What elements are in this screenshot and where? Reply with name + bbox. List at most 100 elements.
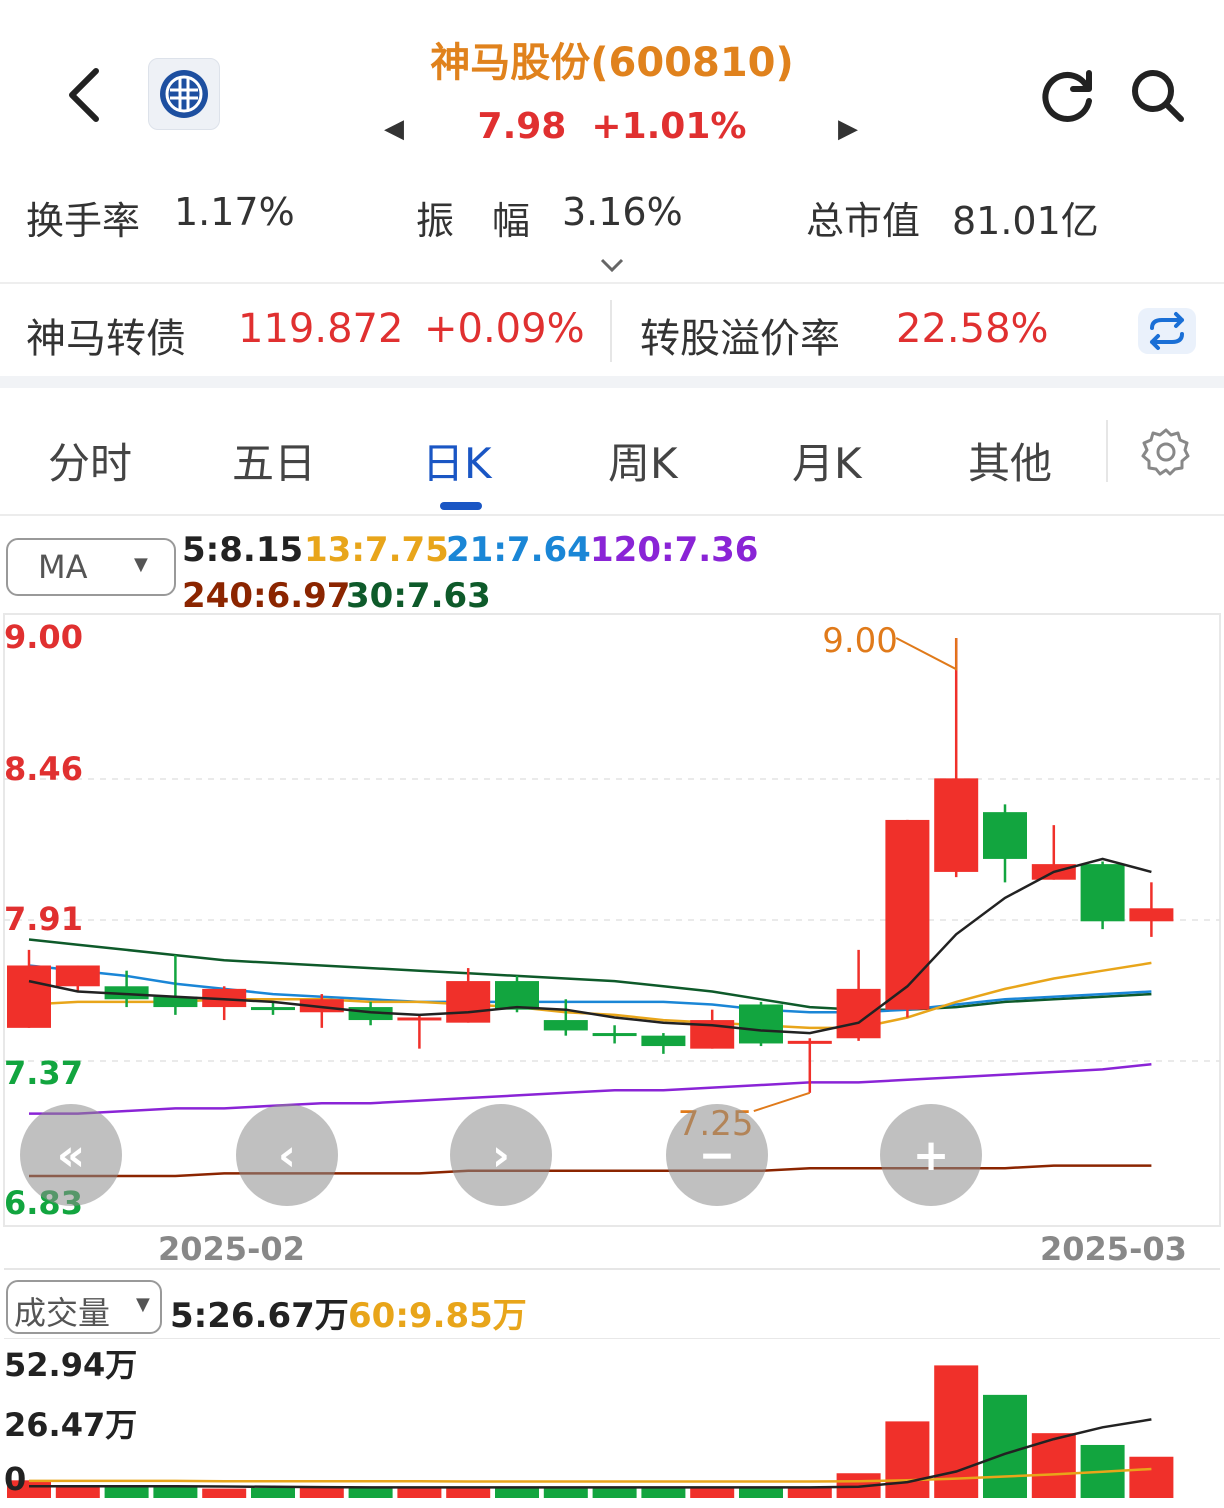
- bond-divider: [610, 300, 612, 362]
- high-pointer: [895, 637, 958, 671]
- volume-bar: [299, 1486, 344, 1498]
- volume-bar: [104, 1486, 149, 1498]
- volume-bar: [251, 1487, 295, 1498]
- ma21-legend: 21:7.64: [446, 530, 591, 570]
- convertible-bond-row[interactable]: 神马转债 119.872 +0.09% 转股溢价率 22.58%: [0, 300, 1224, 366]
- price-change: +1.01%: [591, 106, 747, 147]
- candle-body: [592, 1033, 637, 1037]
- volume-bar: [202, 1488, 247, 1498]
- volume-bar: [348, 1487, 393, 1498]
- search-icon[interactable]: [1124, 62, 1190, 128]
- settings-gear-icon[interactable]: [1140, 426, 1192, 482]
- scroll-right-button[interactable]: ›: [450, 1104, 552, 1206]
- candle-body: [543, 1020, 588, 1031]
- volume-bar: [397, 1487, 442, 1498]
- volume-bar: [983, 1394, 1027, 1498]
- indicator-select[interactable]: MA ▼: [6, 538, 176, 596]
- candle-body: [983, 812, 1027, 859]
- volume-bar: [787, 1487, 832, 1498]
- volume-chart[interactable]: [0, 1338, 1224, 1508]
- swap-icon[interactable]: [1138, 308, 1196, 354]
- candle-body: [787, 1040, 832, 1044]
- low-pointer: [753, 1091, 811, 1112]
- period-tabs: 分时 五日 日K 周K 月K 其他: [0, 390, 1224, 516]
- volume-indicator-select[interactable]: 成交量 ▼: [6, 1280, 162, 1334]
- volume-y-label: 0: [4, 1460, 27, 1498]
- premium-value: 22.58%: [896, 306, 1049, 352]
- volume-bar: [592, 1487, 637, 1498]
- bond-name: 神马转债: [26, 316, 186, 362]
- turnover-value: 1.17%: [174, 190, 295, 234]
- volume-bar: [690, 1487, 735, 1498]
- indicator-select-label: MA: [38, 548, 88, 586]
- turnover-label: 换手率: [26, 199, 141, 243]
- volume-bar: [1129, 1456, 1174, 1498]
- candle-body: [495, 981, 539, 1010]
- header: 神马股份(600810) ◀ 7.98 +1.01% ▶: [0, 0, 1224, 180]
- volume-select-label: 成交量: [14, 1294, 111, 1332]
- ma5-legend: 5:8.15: [182, 530, 304, 570]
- volume-bar: [641, 1487, 686, 1498]
- x-axis-line: [4, 1268, 1220, 1270]
- candle-body: [397, 1017, 442, 1021]
- stats-row: 换手率 1.17% 振 幅 3.16% 总市值 81.01亿: [0, 190, 1224, 250]
- ma13-line: [28, 961, 1152, 1030]
- x-axis-label: 2025-02: [158, 1230, 305, 1268]
- ma240-line: [29, 1164, 1152, 1178]
- volume-bar: [153, 1487, 198, 1498]
- ma120-line: [29, 1062, 1152, 1115]
- candle-body: [934, 778, 979, 872]
- ma120-legend: 120:7.36: [590, 530, 759, 570]
- volume-bar: [543, 1487, 588, 1498]
- amplitude-label: 振 幅: [416, 199, 531, 243]
- candle-body: [739, 1004, 783, 1044]
- vol-ma5-legend: 5:26.67万: [170, 1296, 349, 1336]
- candle-body: [641, 1035, 686, 1047]
- y-axis-label: 8.46: [4, 750, 83, 788]
- tab-other[interactable]: 其他: [968, 430, 1052, 491]
- scroll-start-button[interactable]: «: [20, 1104, 122, 1206]
- dropdown-arrow-icon: ▼: [134, 554, 148, 575]
- candle-body: [251, 1007, 295, 1011]
- bond-price: 119.872: [238, 306, 404, 352]
- candle-body: [55, 965, 100, 987]
- marketcap-label: 总市值: [806, 199, 921, 243]
- ma13-legend: 13:7.75: [304, 530, 449, 570]
- volume-bar: [446, 1487, 491, 1498]
- section-separator: [0, 376, 1224, 388]
- premium-label: 转股溢价率: [640, 316, 840, 362]
- scroll-left-button[interactable]: ‹: [236, 1104, 338, 1206]
- candle-body: [836, 988, 881, 1039]
- active-tab-indicator: [440, 502, 482, 510]
- volume-bar: [885, 1421, 930, 1498]
- amplitude-value: 3.16%: [562, 190, 683, 234]
- x-axis-label: 2025-03: [1040, 1230, 1187, 1268]
- marketcap-value: 81.01亿: [952, 199, 1099, 243]
- zoom-out-button[interactable]: −: [666, 1104, 768, 1206]
- high-annotation: 9.00: [822, 621, 898, 661]
- volume-y-label: 52.94万: [4, 1346, 138, 1384]
- refresh-icon[interactable]: [1036, 62, 1102, 128]
- divider: [0, 282, 1224, 284]
- tab-daily-k[interactable]: 日K: [422, 430, 492, 491]
- dropdown-arrow-icon: ▼: [136, 1294, 150, 1315]
- tab-minute[interactable]: 分时: [48, 430, 132, 491]
- tab-five-day[interactable]: 五日: [232, 430, 316, 491]
- y-axis-label: 9.00: [4, 618, 83, 656]
- tab-weekly-k[interactable]: 周K: [608, 430, 678, 491]
- expand-chevron-icon[interactable]: [598, 256, 626, 278]
- tab-monthly-k[interactable]: 月K: [792, 430, 862, 491]
- candle-body: [885, 819, 930, 1010]
- bond-change: +0.09%: [424, 306, 585, 352]
- y-axis-label: 7.91: [4, 900, 83, 938]
- next-stock-icon[interactable]: ▶: [838, 114, 858, 144]
- candle-body: [7, 965, 51, 1028]
- zoom-in-button[interactable]: +: [880, 1104, 982, 1206]
- candle-body: [1080, 864, 1125, 922]
- tab-divider: [1106, 420, 1108, 482]
- y-axis-label: 7.37: [4, 1054, 83, 1092]
- vol-ma60-legend: 60:9.85万: [348, 1296, 527, 1336]
- current-price: 7.98: [477, 106, 567, 147]
- candle-body: [1129, 908, 1174, 922]
- candlestick-chart[interactable]: 9.007.25: [0, 610, 1224, 1230]
